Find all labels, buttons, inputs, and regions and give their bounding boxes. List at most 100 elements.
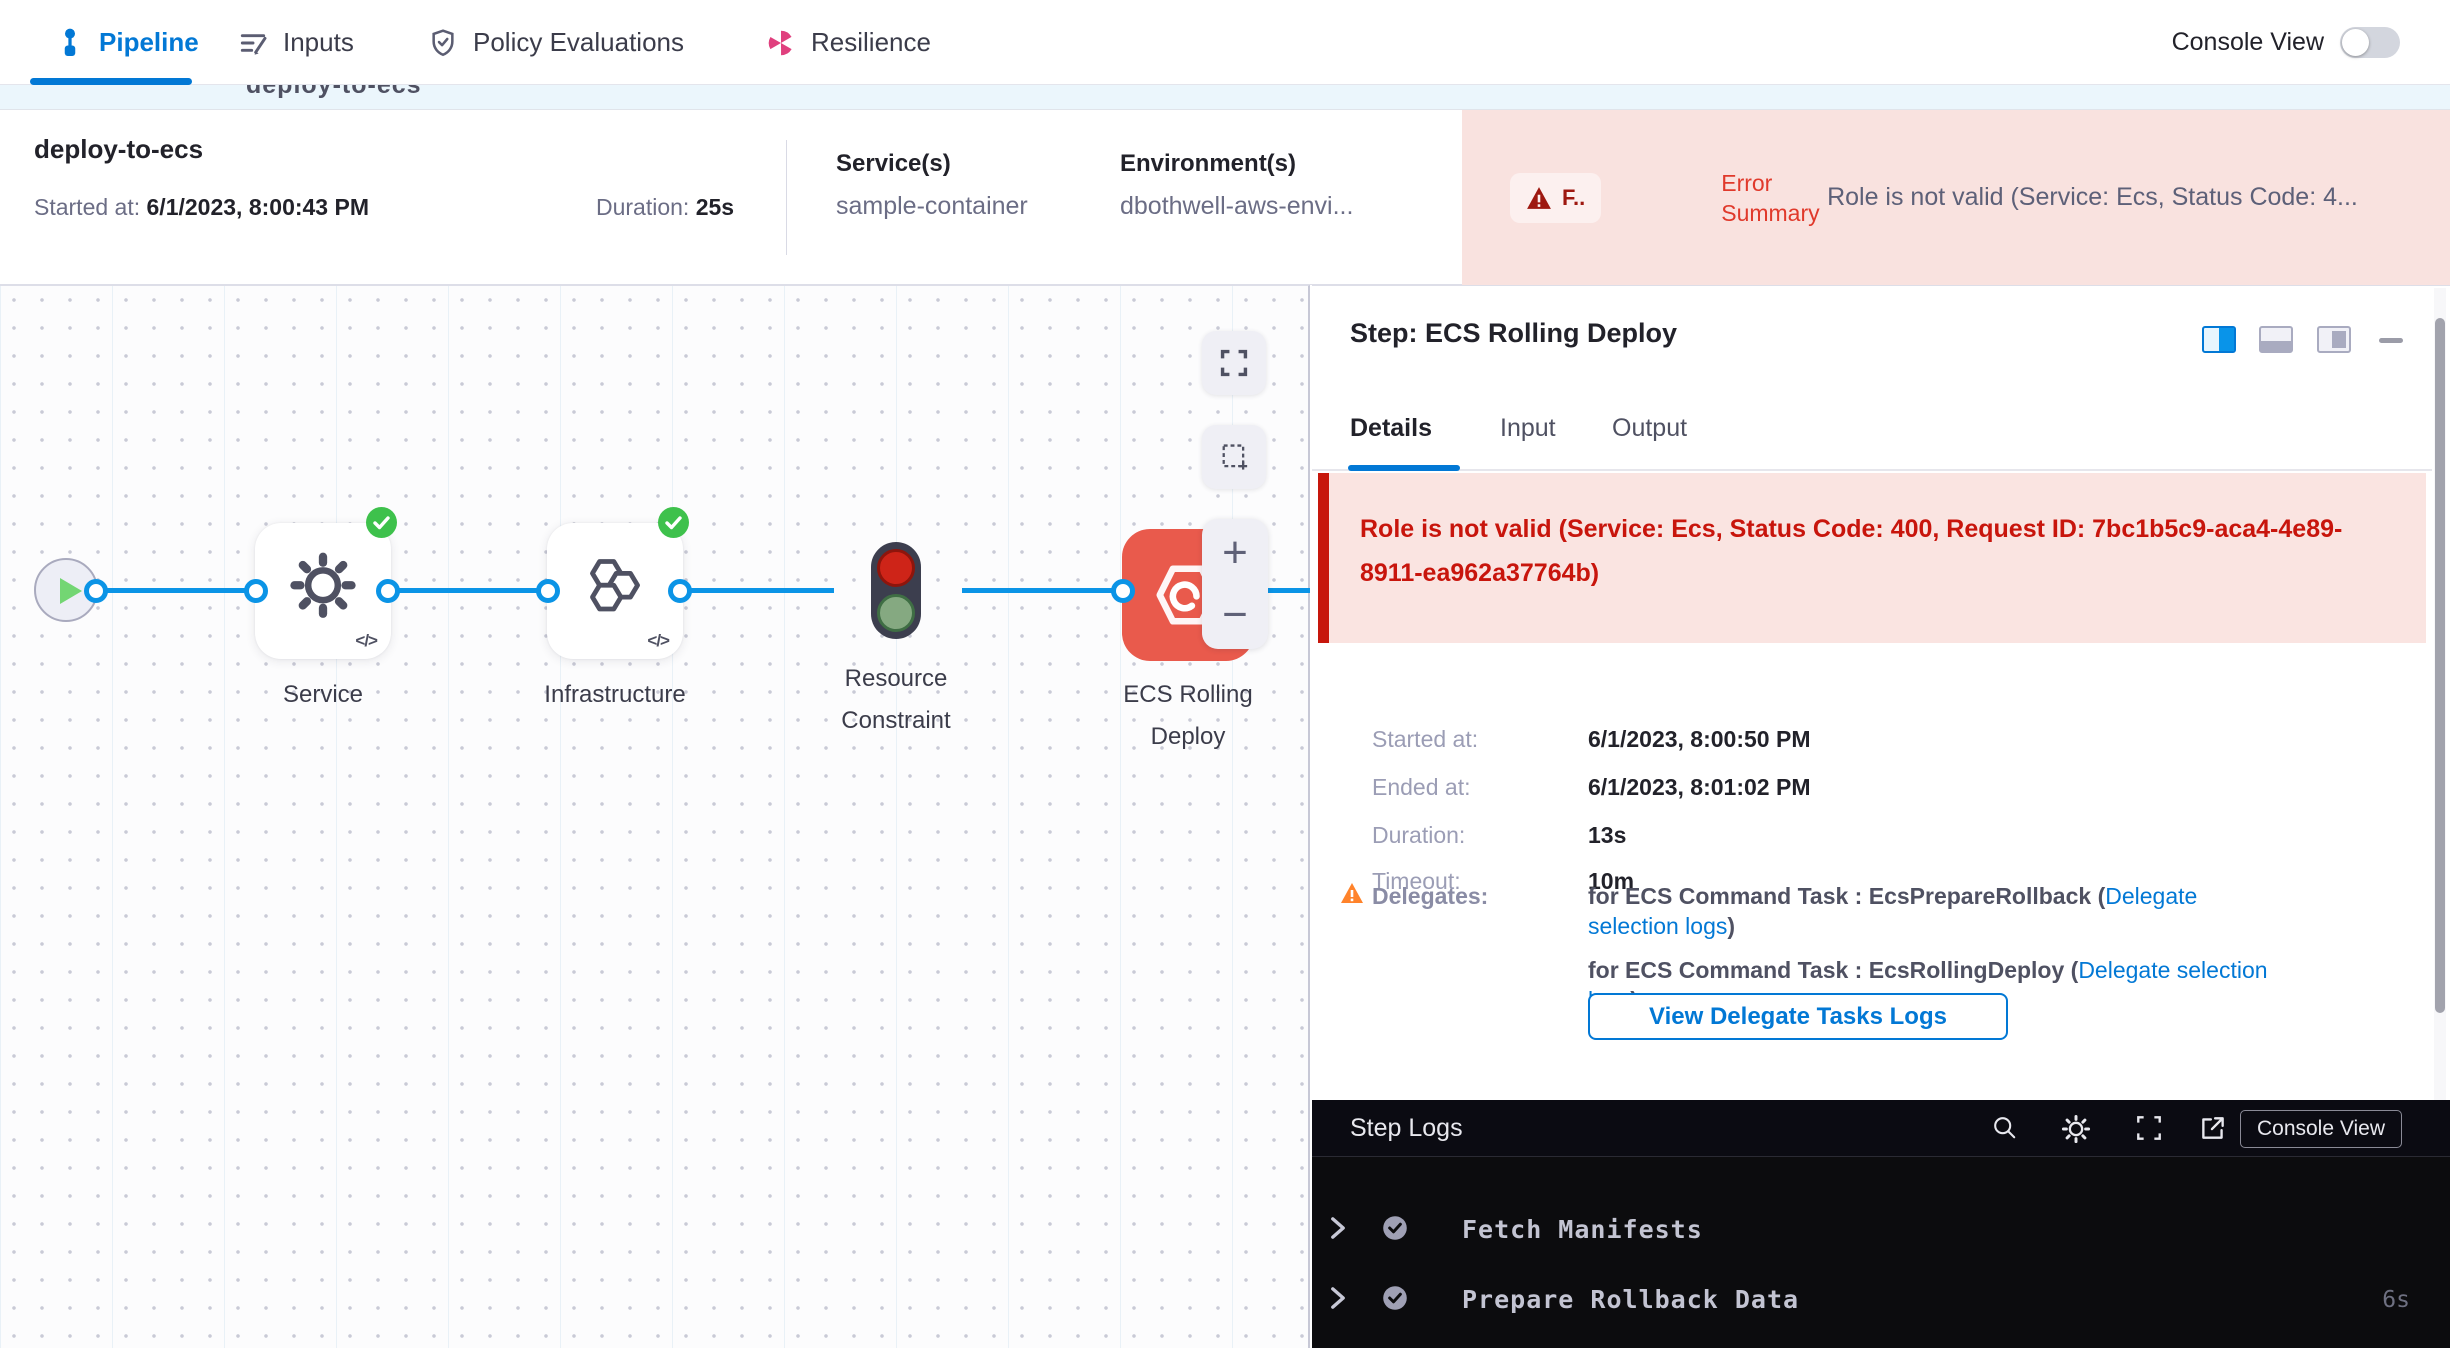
view-delegate-tasks-logs-button[interactable]: View Delegate Tasks Logs [1588,993,2008,1040]
pipeline-execution-screen: Pipeline Inputs Policy Evaluations Resil… [0,0,2450,1348]
chevron-right-icon[interactable] [1328,1215,1348,1245]
port-service-in [244,579,268,603]
duration-label: Duration: [596,194,689,220]
step-started-label: Started at: [1372,726,1478,752]
tab-input[interactable]: Input [1500,414,1556,443]
resilience-icon [765,27,797,59]
panel-scrollbar-thumb[interactable] [2435,318,2445,1013]
pipeline-icon [55,26,85,60]
started-at-value: 6/1/2023, 8:00:43 PM [147,194,369,220]
marquee-select-button[interactable] [1202,425,1266,489]
pipeline-name: deploy-to-ecs [34,134,203,165]
external-link-icon [2198,1113,2228,1143]
port-infrastructure-out [668,579,692,603]
log-fullscreen-button[interactable] [2134,1113,2164,1148]
minimize-panel-button[interactable] [2379,338,2403,343]
fullscreen-icon [1218,347,1250,379]
node-service[interactable]: </> [255,523,391,659]
started-at-label: Started at: [34,194,140,220]
log-search-button[interactable] [1990,1113,2020,1148]
play-icon [60,578,82,604]
step-logs-body: Fetch Manifests Prepare Rollback Data 6s [1312,1157,2450,1348]
duration-value: 25s [696,194,734,220]
services-label: Service(s) [836,150,1028,178]
node-resource-constraint[interactable] [871,542,921,639]
success-check-icon [1380,1283,1410,1317]
zoom-controls: + − [1202,519,1268,649]
pipeline-canvas[interactable]: </> Service </> Infrastructure Resource … [0,285,1310,1348]
error-summary-label: Error Summary [1721,168,1825,228]
toggle-knob [2342,29,2369,56]
traffic-light-red [877,549,915,587]
services-value[interactable]: sample-container [836,192,1028,221]
service-label: Service [255,674,391,716]
log-settings-button[interactable] [2060,1113,2092,1150]
zoom-out-button[interactable]: − [1202,593,1268,637]
service-success-badge [366,507,397,538]
tab-details[interactable]: Details [1350,414,1432,443]
logs-console-view-button[interactable]: Console View [2240,1110,2402,1148]
log-open-new-tab-button[interactable] [2198,1113,2228,1148]
log-section-prepare-rollback-data[interactable]: Prepare Rollback Data 6s [1312,1279,2450,1323]
edge-infrastructure-constraint [691,588,834,593]
hexagons-icon [577,547,653,628]
step-duration-value: 13s [1588,822,1626,848]
zoom-in-button[interactable]: + [1202,531,1268,575]
port-infrastructure-in [536,579,560,603]
error-summary-section: F.. Error Summary Role is not valid (Ser… [1462,110,2450,285]
log-duration: 6s [2382,1287,2410,1313]
fit-to-screen-button[interactable] [1202,331,1266,395]
infrastructure-success-badge [658,507,689,538]
port-ecs-in [1111,579,1135,603]
top-navbar: Pipeline Inputs Policy Evaluations Resil… [0,0,2450,85]
step-logs-title: Step Logs [1350,1114,1463,1143]
tab-inputs[interactable]: Inputs [237,0,354,85]
tab-policy-evaluations[interactable]: Policy Evaluations [427,0,684,85]
log-section-fetch-manifests[interactable]: Fetch Manifests [1312,1209,2450,1253]
tab-pipeline[interactable]: Pipeline [55,0,199,85]
chevron-right-icon[interactable] [1328,1285,1348,1315]
gear-icon [2060,1113,2092,1145]
edge-start-service [107,588,247,593]
console-view-toggle-group: Console View [2172,0,2400,85]
environments-value[interactable]: dbothwell-aws-envi... [1120,192,1353,221]
edge-constraint-ecs [962,588,1112,593]
console-view-toggle[interactable] [2340,27,2400,58]
delegate-entry: for ECS Command Task : EcsPrepareRollbac… [1588,881,2288,941]
expand-icon [2134,1113,2164,1143]
step-duration-label: Duration: [1372,822,1465,848]
delegates-warning-icon [1340,882,1364,904]
step-panel-tabs: Details Input Output [1312,396,2432,471]
failed-badge-text: F.. [1562,185,1585,211]
environments-label: Environment(s) [1120,150,1353,178]
layout-right-panel-button[interactable] [2202,326,2236,353]
node-infrastructure[interactable]: </> [547,523,683,659]
scrolled-pipeline-title: deploy-to-ecs [246,85,422,100]
yaml-code-glyph: </> [647,631,669,651]
delegates-label: Delegates: [1372,883,1488,909]
active-tab-underline [30,78,192,85]
ecs-rolling-deploy-label: ECS Rolling Deploy [1096,674,1280,758]
layout-bottom-panel-button[interactable] [2259,326,2293,353]
error-triangle-icon [1526,186,1552,210]
resource-constraint-label: Resource Constraint [796,658,996,742]
inputs-icon [237,27,269,59]
step-logs-header: Step Logs Console View [1312,1100,2450,1157]
execution-header: deploy-to-ecs Started at: 6/1/2023, 8:00… [0,110,2450,285]
tab-resilience[interactable]: Resilience [765,0,931,85]
step-details-panel: Step: ECS Rolling Deploy Details Input O… [1312,285,2450,1100]
panel-scrollbar-track [2434,288,2446,1100]
search-icon [1990,1113,2020,1143]
error-banner-left-bar [1318,473,1329,643]
infrastructure-label: Infrastructure [523,674,707,716]
step-error-message: Role is not valid (Service: Ecs, Status … [1360,507,2380,595]
edge-service-infrastructure [399,588,537,593]
yaml-code-glyph: </> [355,631,377,651]
tab-output[interactable]: Output [1612,414,1687,443]
shield-check-icon [427,26,459,60]
marquee-selection-icon [1218,441,1250,473]
edge-ecs-out [1264,588,1310,593]
layout-floating-panel-button[interactable] [2317,326,2351,353]
port-service-out [376,579,400,603]
gear-icon [285,547,361,628]
